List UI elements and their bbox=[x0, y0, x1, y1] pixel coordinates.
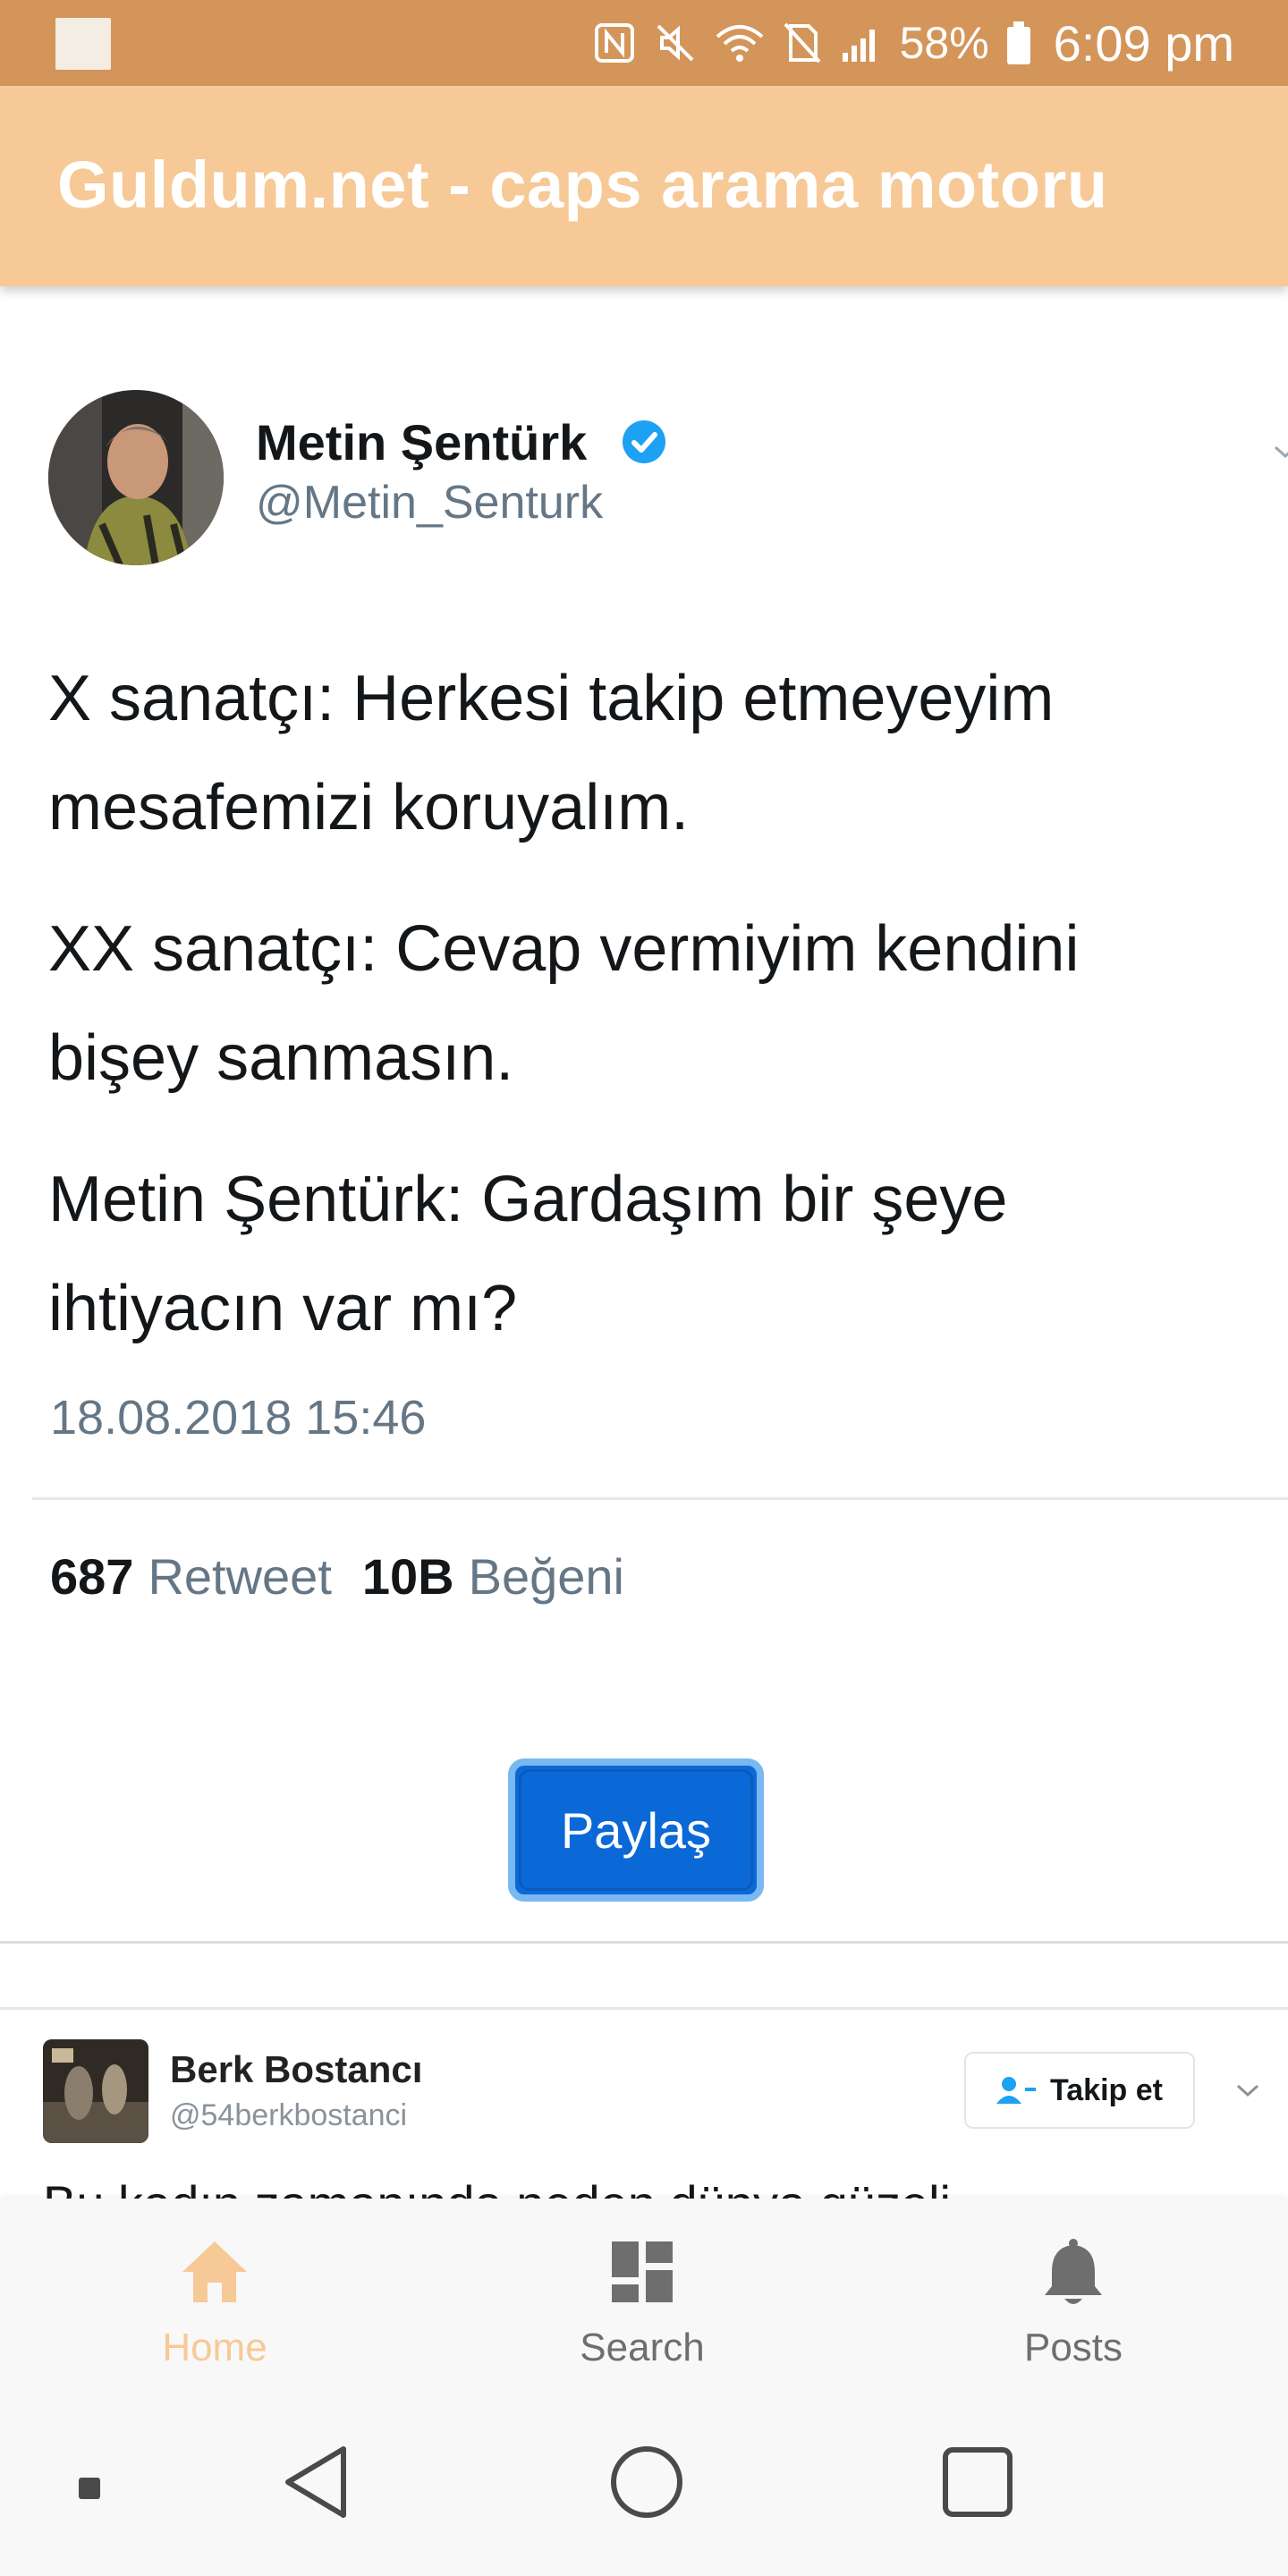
nav-item-home[interactable]: Home bbox=[80, 2199, 349, 2397]
no-sim-icon bbox=[784, 22, 821, 64]
bell-icon bbox=[1045, 2239, 1102, 2304]
follow-button[interactable]: Takip et bbox=[964, 2052, 1195, 2129]
like-label[interactable]: Beğeni bbox=[469, 1547, 624, 1606]
author-name[interactable]: Metin Şentürk bbox=[256, 413, 587, 471]
battery-percent: 58% bbox=[899, 18, 989, 68]
chevron-down-icon[interactable] bbox=[1233, 2077, 1263, 2104]
nav-label-home: Home bbox=[162, 2326, 267, 2369]
author-handle[interactable]: @54berkbostanci bbox=[170, 2098, 407, 2133]
tweet-text-line: XX sanatçı: Cevap vermiyim kendini bbox=[48, 913, 1080, 985]
nav-label-posts: Posts bbox=[1023, 2326, 1123, 2369]
app-title: Guldum.net - caps arama motoru bbox=[57, 148, 1108, 222]
nav-item-search[interactable]: Search bbox=[508, 2199, 776, 2397]
tweet-text-line: Bu kadın zamanında neden dünya güzeli bbox=[43, 2175, 951, 2199]
home-icon bbox=[182, 2241, 247, 2302]
divider bbox=[0, 1941, 1288, 1944]
recents-icon[interactable] bbox=[937, 2442, 1018, 2522]
bottom-nav: Home Search Posts bbox=[0, 2199, 1288, 2397]
status-bar: 58% 6:09 pm bbox=[0, 0, 1288, 86]
wifi-icon bbox=[716, 25, 763, 62]
avatar[interactable] bbox=[43, 2039, 148, 2143]
follow-button-label: Takip et bbox=[1050, 2072, 1163, 2107]
verified-badge-icon bbox=[623, 420, 665, 463]
tweet-timestamp[interactable]: 18.08.2018 15:46 bbox=[50, 1390, 426, 1445]
back-icon[interactable] bbox=[277, 2442, 358, 2522]
tweet-text-partial: Bu kadın zamanında neden dünya güzeli bbox=[43, 2175, 951, 2199]
nav-item-posts[interactable]: Posts bbox=[939, 2199, 1208, 2397]
share-button-label: Paylaş bbox=[560, 1801, 712, 1859]
add-user-icon bbox=[996, 2077, 1037, 2104]
tweet-stats: 687 Retweet 10B Beğeni bbox=[50, 1547, 640, 1606]
status-icons: 58% 6:09 pm bbox=[592, 0, 1234, 86]
dashboard-icon bbox=[612, 2241, 673, 2302]
signal-icon bbox=[842, 30, 875, 62]
clock: 6:09 pm bbox=[1053, 14, 1234, 72]
divider bbox=[32, 1497, 1288, 1500]
avatar[interactable] bbox=[48, 390, 224, 565]
tweet-text-line: ihtiyacın var mı? bbox=[48, 1273, 518, 1344]
like-count[interactable]: 10B bbox=[362, 1547, 454, 1606]
nav-label-search: Search bbox=[580, 2326, 705, 2369]
tweet-text-line: bişey sanmasın. bbox=[48, 1022, 514, 1094]
app-header: Guldum.net - caps arama motoru bbox=[0, 86, 1288, 286]
tweet-text-line: X sanatçı: Herkesi takip etmeyeyim bbox=[48, 663, 1055, 734]
battery-icon bbox=[1006, 21, 1030, 64]
tweet-text-line: mesafemizi koruyalım. bbox=[48, 772, 690, 843]
tweet-text-line: Metin Şentürk: Gardaşım bir şeye bbox=[48, 1164, 1008, 1235]
dot-icon[interactable] bbox=[77, 2476, 102, 2501]
chevron-down-icon[interactable] bbox=[1272, 438, 1288, 465]
retweet-label[interactable]: Retweet bbox=[148, 1547, 331, 1606]
author-name[interactable]: Berk Bostancı bbox=[170, 2048, 422, 2091]
home-circle-icon[interactable] bbox=[606, 2442, 687, 2522]
author-handle[interactable]: @Metin_Senturk bbox=[256, 476, 603, 530]
share-button[interactable]: Paylaş bbox=[508, 1758, 764, 1902]
notification-icon bbox=[55, 18, 111, 70]
divider bbox=[0, 2007, 1288, 2010]
nfc-icon bbox=[594, 23, 634, 63]
system-nav-bar bbox=[0, 2397, 1288, 2576]
mute-icon bbox=[657, 24, 693, 62]
retweet-count[interactable]: 687 bbox=[50, 1547, 133, 1606]
